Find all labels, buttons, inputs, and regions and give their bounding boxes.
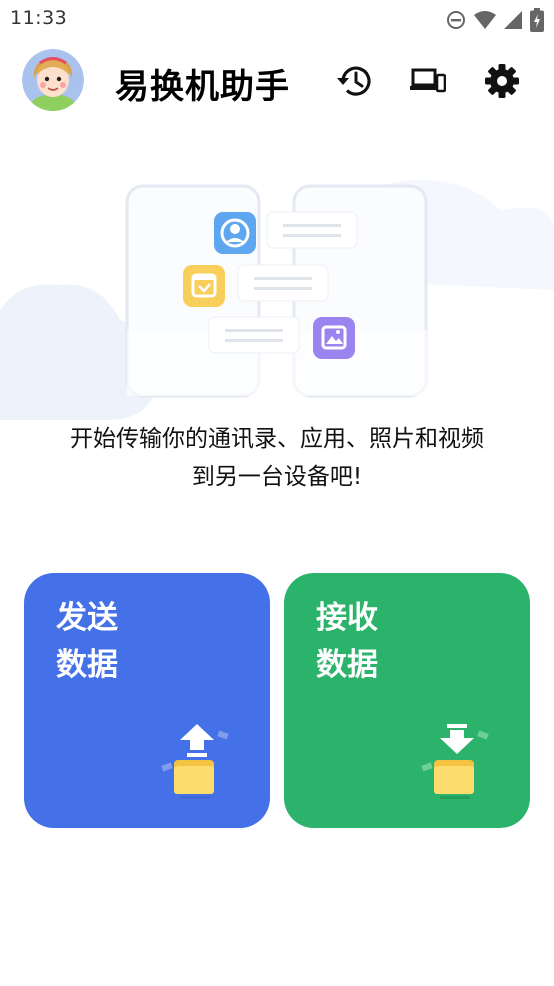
status-time: 11:33 — [10, 7, 68, 29]
photo-icon — [313, 317, 355, 359]
calendar-icon — [183, 265, 225, 307]
contact-icon — [214, 212, 256, 254]
intro-line-2: 到另一台设备吧! — [191, 464, 363, 490]
transfer-illustration — [0, 90, 554, 420]
intro-line-1: 开始传输你的通讯录、应用、照片和视频 — [70, 426, 484, 452]
receive-data-label: 接收 数据 — [316, 600, 378, 683]
signal-icon — [504, 11, 522, 29]
folder-upload-icon — [161, 724, 229, 799]
status-icons — [446, 8, 544, 32]
battery-charging-icon — [530, 8, 544, 32]
folder-download-icon — [421, 724, 489, 799]
do-not-disturb-icon — [447, 11, 465, 29]
status-bar: 11:33 — [0, 0, 554, 38]
receive-data-card[interactable]: 接收 数据 — [284, 573, 530, 828]
intro-text: 开始传输你的通讯录、应用、照片和视频 到另一台设备吧! — [0, 420, 554, 496]
wifi-icon — [474, 11, 496, 29]
send-data-card[interactable]: 发送 数据 — [24, 573, 270, 828]
send-data-label: 发送 数据 — [56, 600, 118, 683]
